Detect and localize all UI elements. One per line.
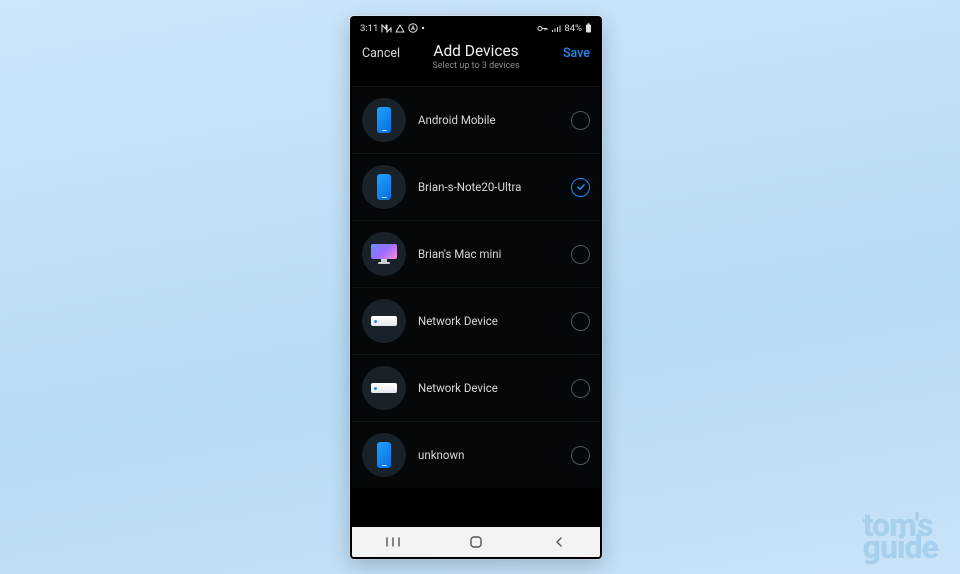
select-radio[interactable] (571, 178, 590, 197)
select-radio[interactable] (571, 446, 590, 465)
android-nav-bar (352, 527, 600, 557)
nfc-icon (381, 24, 392, 33)
device-row[interactable]: Brian's Mac mini (352, 220, 600, 287)
device-name-label: Network Device (406, 314, 571, 328)
device-name-label: Brian's Mac mini (406, 247, 571, 261)
battery-percent-text: 84% (564, 23, 582, 34)
device-avatar (362, 299, 406, 343)
save-button[interactable]: Save (563, 46, 590, 61)
device-name-label: Android Mobile (406, 113, 571, 127)
device-avatar (362, 433, 406, 477)
phone-icon (377, 442, 391, 468)
device-row[interactable]: Network Device (352, 287, 600, 354)
device-avatar (362, 165, 406, 209)
phone-icon (377, 107, 391, 133)
device-name-label: unknown (406, 448, 571, 462)
signal-icon (551, 24, 561, 33)
device-name-label: Network Device (406, 381, 571, 395)
device-name-label: Brian-s-Note20-Ultra (406, 180, 571, 194)
device-avatar (362, 232, 406, 276)
dot-icon (421, 26, 425, 30)
device-avatar (362, 366, 406, 410)
device-avatar (362, 98, 406, 142)
recents-button[interactable] (363, 531, 423, 553)
select-radio[interactable] (571, 312, 590, 331)
device-row[interactable]: Network Device (352, 354, 600, 421)
device-list: Android Mobile Brian-s-Note20-Ultra Brian'… (352, 86, 600, 488)
home-button[interactable] (446, 531, 506, 553)
page-subtitle: Select up to 3 devices (352, 61, 600, 71)
device-row[interactable]: unknown (352, 421, 600, 488)
status-bar-right: 84% (537, 23, 592, 34)
select-radio[interactable] (571, 111, 590, 130)
phone-screen: 3:11 84% (352, 18, 600, 557)
phone-icon (377, 174, 391, 200)
status-bar-left: 3:11 (360, 23, 425, 34)
device-row[interactable]: Brian-s-Note20-Ultra (352, 153, 600, 220)
watermark-line2: guide (863, 534, 938, 560)
triangle-outline-icon (395, 24, 405, 33)
status-bar: 3:11 84% (352, 18, 600, 38)
network-box-icon (371, 316, 397, 326)
phone-frame: 3:11 84% (350, 16, 602, 559)
network-box-icon (371, 383, 397, 393)
toms-guide-watermark: tom's guide (863, 512, 938, 560)
battery-icon (585, 23, 592, 33)
monitor-icon (371, 244, 397, 264)
select-radio[interactable] (571, 379, 590, 398)
status-time: 3:11 (360, 23, 378, 34)
circled-a-icon (408, 23, 418, 33)
back-button[interactable] (529, 531, 589, 553)
modal-header: Cancel Add Devices Select up to 3 device… (352, 38, 600, 86)
select-radio[interactable] (571, 245, 590, 264)
vpn-key-icon (537, 24, 548, 33)
device-row[interactable]: Android Mobile (352, 86, 600, 153)
